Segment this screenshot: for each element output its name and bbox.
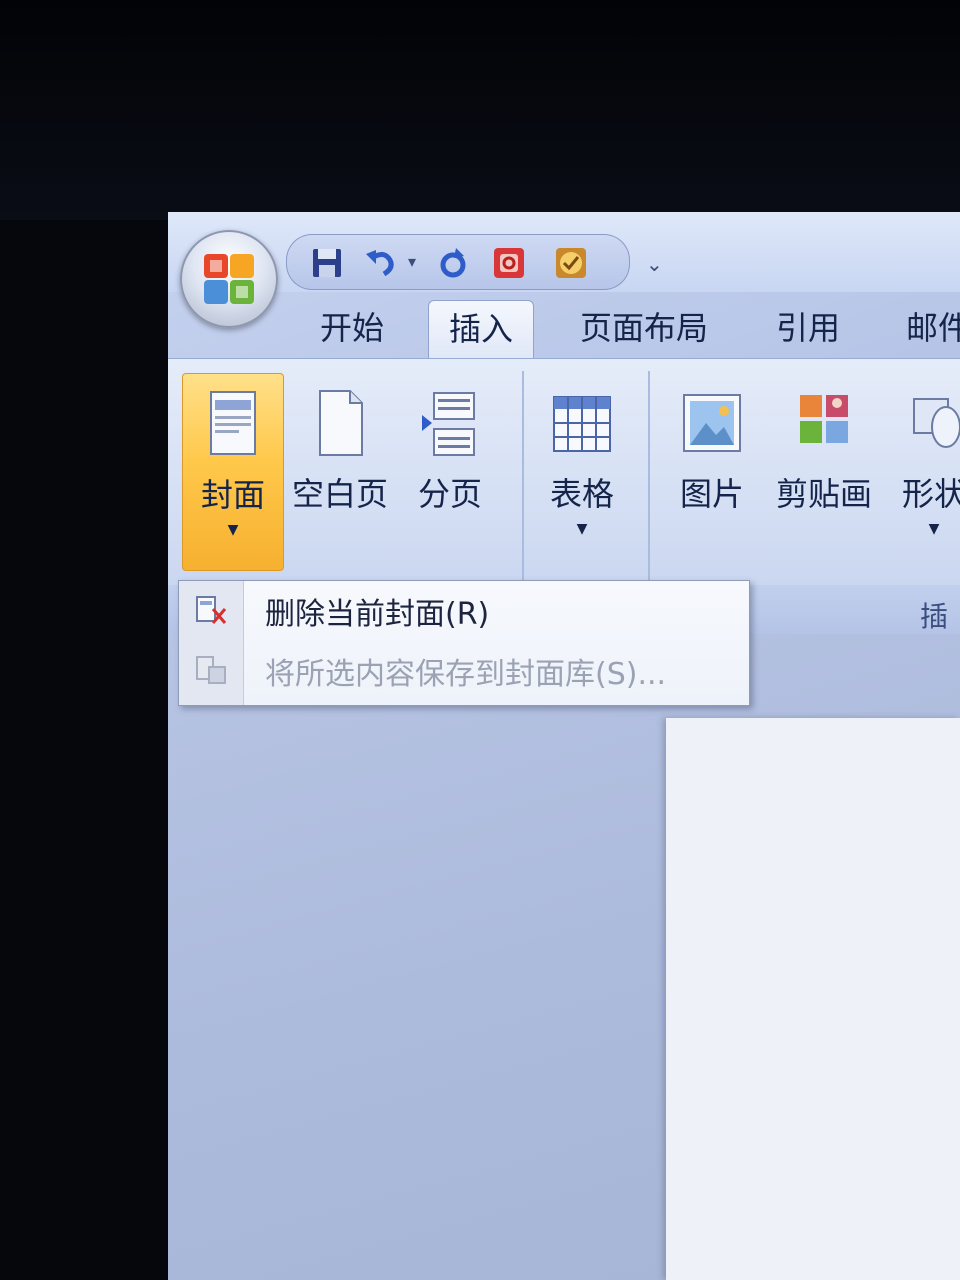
group-separator (648, 371, 650, 581)
check-icon[interactable] (554, 246, 588, 280)
monitor-bezel (0, 0, 960, 220)
clipart-label: 剪贴画 (775, 475, 872, 513)
tab-insert[interactable]: 插入 (428, 300, 535, 361)
print-preview-icon[interactable] (492, 246, 526, 280)
shapes-label: 形状 (901, 475, 960, 513)
cover-page-label: 封面 (200, 476, 265, 514)
office-button[interactable] (180, 230, 278, 328)
document-page[interactable] (666, 718, 960, 1280)
clipart-button[interactable]: 剪贴画 (774, 373, 874, 563)
page-break-button[interactable]: 分页 (400, 373, 500, 563)
chevron-down-icon: ▼ (576, 521, 588, 537)
table-label: 表格 (549, 475, 614, 513)
undo-icon[interactable] (364, 246, 398, 280)
menu-item-label: 将所选内容保存到封面库(S)... (265, 657, 667, 692)
page-break-icon (422, 392, 475, 456)
tab-references[interactable]: 引用 (776, 300, 840, 360)
office-logo-icon (204, 254, 254, 304)
blank-page-button[interactable]: 空白页 (290, 373, 390, 563)
shapes-button[interactable]: 形状 ▼ (884, 373, 960, 563)
menu-item-remove-cover[interactable]: 删除当前封面(R) (179, 581, 749, 639)
save-icon[interactable] (310, 246, 344, 280)
chevron-down-icon: ▼ (227, 522, 239, 538)
page-break-label: 分页 (417, 475, 482, 513)
table-button[interactable]: 表格 ▼ (532, 373, 632, 563)
blank-page-label: 空白页 (291, 475, 388, 513)
picture-icon (683, 394, 741, 452)
tab-mailings[interactable]: 邮件 (906, 300, 960, 360)
menu-item-label: 删除当前封面(R) (265, 597, 490, 632)
shapes-icon (913, 398, 960, 448)
clipart-icon (800, 395, 848, 443)
picture-button[interactable]: 图片 (662, 373, 762, 563)
tab-home[interactable]: 开始 (320, 300, 384, 360)
word-window: ▾ ⌄ 开始 插入 页面布局 引用 邮件 封面 ▼ 空白页 分页 表格 ▼ 图片… (168, 212, 960, 1280)
table-icon (553, 396, 611, 452)
chevron-down-icon: ▼ (928, 521, 940, 537)
menu-item-save-to-gallery[interactable]: 将所选内容保存到封面库(S)... (179, 641, 749, 699)
redo-icon[interactable] (436, 246, 470, 280)
save-to-gallery-icon (196, 656, 226, 684)
undo-dropdown-arrow-icon[interactable]: ▾ (408, 252, 416, 271)
tab-page-layout[interactable]: 页面布局 (580, 300, 708, 360)
picture-label: 图片 (679, 475, 744, 513)
cover-page-icon (210, 391, 256, 455)
delete-cover-icon (196, 596, 227, 624)
quick-access-toolbar: ▾ (286, 234, 630, 290)
cover-page-dropdown-menu: 删除当前封面(R) 将所选内容保存到封面库(S)... (178, 580, 750, 706)
cover-page-button[interactable]: 封面 ▼ (182, 373, 284, 571)
blank-page-icon (319, 390, 363, 456)
group-separator (522, 371, 524, 581)
customize-toolbar-icon[interactable]: ⌄ (646, 252, 663, 276)
